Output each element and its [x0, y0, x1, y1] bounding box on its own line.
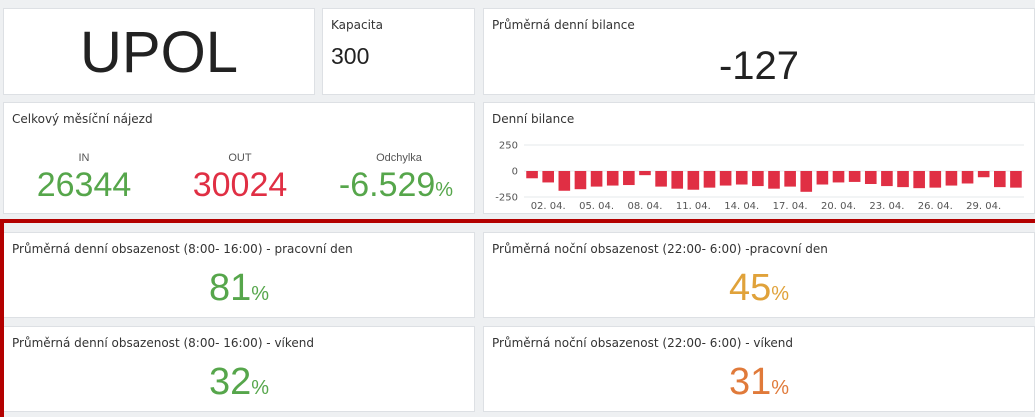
day-weekend-unit: % — [251, 377, 270, 399]
monthly-panel: Celkový měsíční nájezd IN 26344 OUT 3002… — [3, 102, 475, 214]
out-value: 30024 — [192, 166, 288, 204]
name-panel: UPOL — [3, 8, 315, 95]
chart-bar[interactable] — [897, 171, 909, 188]
chart-bar[interactable] — [816, 171, 829, 185]
night-work-unit: % — [771, 283, 790, 305]
chart-bar[interactable] — [784, 171, 796, 187]
chart-bar[interactable] — [735, 171, 748, 185]
day-weekend-panel: Průměrná denní obsazenost (8:00- 16:00) … — [3, 326, 475, 412]
avg-balance-value: -127 — [718, 44, 800, 88]
x-tick-label: 02. 04. — [531, 201, 566, 212]
night-work-stat: 45% — [484, 267, 1034, 310]
day-work-title: Průměrná denní obsazenost (8:00- 16:00) … — [12, 242, 353, 256]
chart-bar[interactable] — [623, 171, 635, 186]
in-value: 26344 — [36, 166, 132, 204]
night-work-value: 45 — [728, 267, 772, 309]
chart-bar[interactable] — [1010, 171, 1022, 188]
night-weekend-unit: % — [771, 377, 790, 399]
x-tick-label: 17. 04. — [773, 201, 808, 212]
y-tick-label: -250 — [495, 193, 518, 204]
day-weekend-title: Průměrná denní obsazenost (8:00- 16:00) … — [12, 336, 315, 350]
chart-bar[interactable] — [913, 171, 925, 189]
day-weekend-stat: 32% — [4, 361, 474, 404]
deviation-stat: -6.529% — [316, 166, 476, 205]
chart-bar[interactable] — [929, 171, 942, 188]
day-work-stat: 81% — [4, 267, 474, 310]
y-tick-label: 250 — [499, 141, 518, 152]
monthly-title: Celkový měsíční nájezd — [12, 112, 153, 126]
capacity-title: Kapacita — [331, 18, 383, 32]
night-weekend-title: Průměrná noční obsazenost (22:00- 6:00) … — [492, 336, 793, 350]
chart-bar[interactable] — [526, 171, 538, 179]
chart-bar[interactable] — [558, 171, 571, 191]
out-label: OUT — [228, 152, 252, 164]
chart-bar[interactable] — [671, 171, 684, 189]
chart-bar[interactable] — [590, 171, 603, 187]
night-weekend-value: 31 — [728, 361, 772, 403]
x-tick-label: 29. 04. — [966, 201, 1001, 212]
chart-bar[interactable] — [977, 171, 990, 178]
chart-bar[interactable] — [994, 171, 1006, 188]
x-tick-label: 20. 04. — [821, 201, 856, 212]
chart-bar[interactable] — [606, 171, 619, 186]
avg-balance-title: Průměrná denní bilance — [492, 18, 635, 32]
name-value: UPOL — [80, 20, 238, 85]
daily-balance-panel: Denní bilance 250 0 -250 02. 04. 05. 04. 08. … — [483, 102, 1035, 214]
chart-bar[interactable] — [881, 171, 893, 187]
in-label: IN — [78, 152, 90, 164]
x-tick-label: 14. 04. — [724, 201, 759, 212]
chart-bar[interactable] — [542, 171, 554, 183]
capacity-panel: Kapacita 300 — [322, 8, 475, 95]
avg-balance-panel: Průměrná denní bilance -127 — [483, 8, 1035, 95]
chart-bar[interactable] — [719, 171, 732, 186]
day-work-panel: Průměrná denní obsazenost (8:00- 16:00) … — [3, 232, 475, 318]
deviation-label: Odchylka — [376, 152, 422, 164]
night-weekend-stat: 31% — [484, 361, 1034, 404]
night-work-title: Průměrná noční obsazenost (22:00- 6:00) … — [492, 242, 828, 256]
chart-bar[interactable] — [687, 171, 700, 190]
x-tick-label: 05. 04. — [579, 201, 614, 212]
chart-bar[interactable] — [832, 171, 845, 183]
chart-bar[interactable] — [800, 171, 813, 192]
x-tick-label: 08. 04. — [627, 201, 662, 212]
capacity-value: 300 — [331, 43, 370, 69]
chart-bar[interactable] — [703, 171, 716, 188]
chart-bar[interactable] — [945, 171, 958, 186]
x-tick-label: 26. 04. — [918, 201, 953, 212]
chart-bar[interactable] — [639, 171, 651, 176]
chart-bar[interactable] — [574, 171, 587, 190]
deviation-unit: % — [435, 179, 454, 201]
x-tick-label: 23. 04. — [869, 201, 904, 212]
chart-bar[interactable] — [768, 171, 780, 189]
chart-bar[interactable] — [655, 171, 667, 187]
deviation-value: -6.529 — [338, 166, 436, 204]
daily-balance-chart: 250 0 -250 02. 04. 05. 04. 08. 04. 11. 04. 14. … — [495, 141, 1024, 212]
day-weekend-value: 32 — [208, 361, 252, 403]
daily-balance-title: Denní bilance — [492, 112, 575, 126]
chart-bar[interactable] — [752, 171, 764, 187]
x-tick-label: 11. 04. — [676, 201, 711, 212]
chart-bar[interactable] — [961, 171, 974, 184]
day-work-unit: % — [251, 283, 270, 305]
night-work-panel: Průměrná noční obsazenost (22:00- 6:00) … — [483, 232, 1035, 318]
chart-bar[interactable] — [864, 171, 877, 184]
day-work-value: 81 — [208, 267, 252, 309]
chart-bar[interactable] — [848, 171, 861, 182]
y-tick-label: 0 — [512, 167, 518, 178]
night-weekend-panel: Průměrná noční obsazenost (22:00- 6:00) … — [483, 326, 1035, 412]
